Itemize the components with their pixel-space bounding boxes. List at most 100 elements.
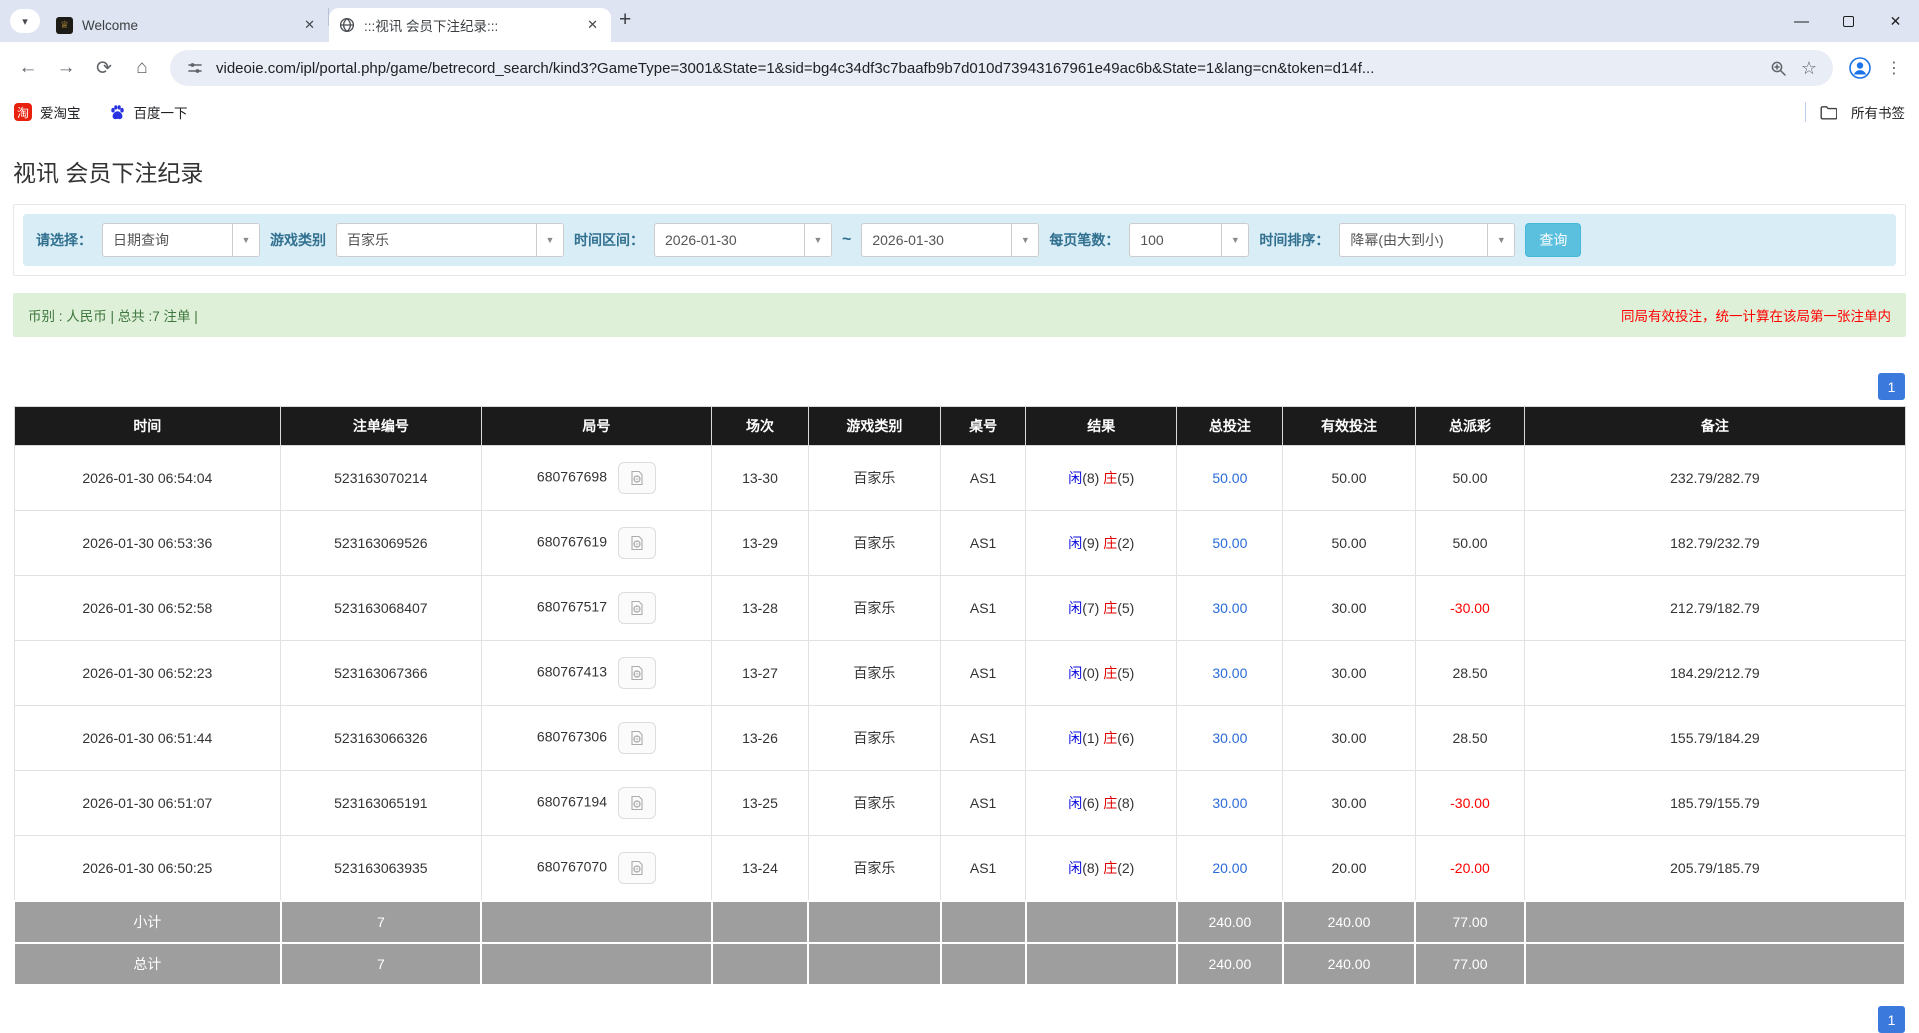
cell-payout: -30.00 <box>1415 771 1525 836</box>
forward-button[interactable]: → <box>48 50 84 86</box>
reload-button[interactable]: ⟳ <box>86 50 122 86</box>
maximize-button[interactable] <box>1825 0 1872 42</box>
cell-result: 闲(8) 庄(2) <box>1026 836 1177 902</box>
cell-payout: 50.00 <box>1415 511 1525 576</box>
cell-table-no: AS1 <box>941 706 1026 771</box>
total-bet-link[interactable]: 30.00 <box>1212 795 1247 811</box>
total-bet-link[interactable]: 30.00 <box>1212 600 1247 616</box>
video-replay-button[interactable] <box>618 592 656 624</box>
result-banker-score: (5) <box>1117 665 1134 681</box>
cell-total-bet[interactable]: 30.00 <box>1177 706 1283 771</box>
video-replay-button[interactable] <box>618 787 656 819</box>
cell-game-type: 百家乐 <box>808 511 940 576</box>
back-button[interactable]: ← <box>10 50 46 86</box>
video-replay-button[interactable] <box>618 527 656 559</box>
date-from-picker[interactable]: 2026-01-30 ▼ <box>654 223 832 257</box>
result-player: 闲 <box>1068 535 1082 551</box>
chevron-down-icon[interactable]: ▼ <box>1221 224 1248 256</box>
total-bet-link[interactable]: 30.00 <box>1212 730 1247 746</box>
col-header-result: 结果 <box>1026 407 1177 446</box>
video-replay-button[interactable] <box>618 722 656 754</box>
tab-close-icon[interactable]: ✕ <box>299 15 320 35</box>
zoom-icon[interactable] <box>1770 60 1787 77</box>
site-info-icon[interactable] <box>182 55 208 81</box>
close-button[interactable]: ✕ <box>1872 0 1919 42</box>
page-size-select[interactable]: 100 ▼ <box>1129 223 1249 257</box>
empty-cell <box>1026 901 1177 943</box>
bookmark-baidu[interactable]: 百度一下 <box>109 102 188 122</box>
cell-result: 闲(6) 庄(8) <box>1026 771 1177 836</box>
subtotal-total-bet: 240.00 <box>1177 901 1283 943</box>
cell-payout: 28.50 <box>1415 641 1525 706</box>
chevron-down-icon[interactable]: ▼ <box>1011 224 1038 256</box>
mode-select[interactable]: 日期查询 ▼ <box>102 223 260 257</box>
page-number-button[interactable]: 1 <box>1878 1006 1905 1033</box>
all-bookmarks[interactable]: 所有书签 <box>1805 102 1905 122</box>
address-bar[interactable]: videoie.com/ipl/portal.php/game/betrecor… <box>170 50 1833 86</box>
url-text[interactable]: videoie.com/ipl/portal.php/game/betrecor… <box>216 60 1760 77</box>
search-button[interactable]: 查询 <box>1525 223 1581 257</box>
empty-cell <box>1525 901 1905 943</box>
cell-note: 185.79/155.79 <box>1525 771 1905 836</box>
game-type-select[interactable]: 百家乐 ▼ <box>336 223 564 257</box>
total-bet-link[interactable]: 50.00 <box>1212 535 1247 551</box>
cell-payout: -30.00 <box>1415 576 1525 641</box>
empty-cell <box>712 943 808 985</box>
cell-total-bet[interactable]: 30.00 <box>1177 576 1283 641</box>
table-header-row: 时间 注单编号 局号 场次 游戏类别 桌号 结果 总投注 有效投注 总派彩 备注 <box>14 407 1905 446</box>
cell-payout: -20.00 <box>1415 836 1525 902</box>
pagination-bottom: 1 <box>14 1006 1905 1033</box>
bookmark-label: 爱淘宝 <box>40 102 81 122</box>
video-replay-button[interactable] <box>618 657 656 689</box>
tab-welcome[interactable]: ♕ Welcome ✕ <box>46 8 328 42</box>
chevron-down-icon[interactable]: ▼ <box>804 224 831 256</box>
subtotal-count: 7 <box>281 901 481 943</box>
cell-game-type: 百家乐 <box>808 836 940 902</box>
tab-close-icon[interactable]: ✕ <box>582 15 603 35</box>
total-valid-bet: 240.00 <box>1283 943 1415 985</box>
maximize-icon <box>1843 16 1854 27</box>
bookmark-star-icon[interactable]: ☆ <box>1801 58 1817 79</box>
cell-result: 闲(1) 庄(6) <box>1026 706 1177 771</box>
tab-bet-record[interactable]: :::视讯 会员下注纪录::: ✕ <box>329 8 611 42</box>
table-row: 2026-01-30 06:52:58523163068407680767517… <box>14 576 1905 641</box>
new-tab-button[interactable]: + <box>619 9 631 30</box>
cell-valid-bet: 50.00 <box>1283 511 1415 576</box>
payout-value: -30.00 <box>1450 795 1490 811</box>
bookmarks-bar: 淘 爱淘宝 百度一下 所有书签 <box>0 94 1919 130</box>
tab-search-button[interactable]: ▾ <box>10 9 40 33</box>
bookmark-taobao[interactable]: 淘 爱淘宝 <box>14 102 81 122</box>
chevron-down-icon[interactable]: ▼ <box>232 224 259 256</box>
cell-total-bet[interactable]: 20.00 <box>1177 836 1283 902</box>
total-bet-link[interactable]: 50.00 <box>1212 470 1247 486</box>
chevron-down-icon[interactable]: ▼ <box>1487 224 1514 256</box>
summary-bar: 币别 : 人民币 | 总共 :7 注单 | 同局有效投注，统一计算在该局第一张注… <box>13 293 1906 337</box>
browser-menu-button[interactable]: ⋮ <box>1879 51 1909 85</box>
range-separator: ~ <box>842 231 851 249</box>
summary-warning: 同局有效投注，统一计算在该局第一张注单内 <box>1621 305 1891 325</box>
cell-total-bet[interactable]: 30.00 <box>1177 641 1283 706</box>
payout-value: -20.00 <box>1450 860 1490 876</box>
filter-bar: 请选择： 日期查询 ▼ 游戏类别 百家乐 ▼ 时间区间： 2026-01-30 … <box>23 214 1896 266</box>
video-replay-button[interactable] <box>618 852 656 884</box>
minimize-button[interactable]: — <box>1778 0 1825 42</box>
page-number-button[interactable]: 1 <box>1878 373 1905 400</box>
home-button[interactable]: ⌂ <box>124 50 160 86</box>
empty-cell <box>941 901 1026 943</box>
total-bet-link[interactable]: 30.00 <box>1212 665 1247 681</box>
date-to-picker[interactable]: 2026-01-30 ▼ <box>861 223 1039 257</box>
chevron-down-icon[interactable]: ▼ <box>536 224 563 256</box>
col-header-time: 时间 <box>14 407 281 446</box>
profile-avatar[interactable] <box>1843 51 1877 85</box>
cell-total-bet[interactable]: 50.00 <box>1177 446 1283 511</box>
video-replay-button[interactable] <box>618 462 656 494</box>
cell-total-bet[interactable]: 30.00 <box>1177 771 1283 836</box>
taobao-icon: 淘 <box>14 103 32 121</box>
table-row: 2026-01-30 06:50:25523163063935680767070… <box>14 836 1905 902</box>
total-bet-link[interactable]: 20.00 <box>1212 860 1247 876</box>
bet-record-table: 时间 注单编号 局号 场次 游戏类别 桌号 结果 总投注 有效投注 总派彩 备注… <box>13 406 1906 986</box>
result-player: 闲 <box>1068 665 1082 681</box>
sort-select[interactable]: 降幂(由大到小) ▼ <box>1339 223 1515 257</box>
page-size-value: 100 <box>1130 224 1221 256</box>
cell-total-bet[interactable]: 50.00 <box>1177 511 1283 576</box>
